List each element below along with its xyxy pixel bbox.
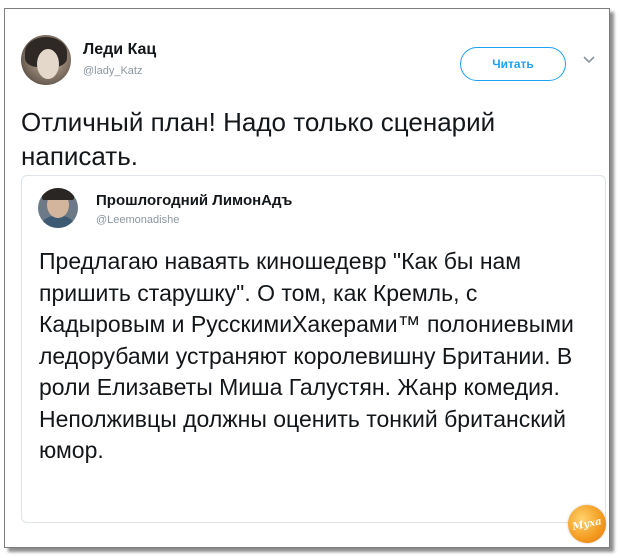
- chevron-down-icon[interactable]: [583, 55, 595, 65]
- follow-button[interactable]: Читать: [460, 47, 566, 81]
- quoted-author-avatar[interactable]: [38, 188, 78, 228]
- quoted-author-name[interactable]: Прошлогодний ЛимонАдъ: [96, 192, 292, 209]
- avatar-hat: [42, 188, 74, 200]
- tweet-text: Отличный план! Надо только сценарий напи…: [21, 107, 496, 171]
- watermark-text: Мухa: [571, 515, 603, 533]
- quoted-tweet-text: Предлагаю наваять киношедевр "Как бы нам…: [39, 248, 574, 463]
- avatar-face: [37, 49, 59, 79]
- author-avatar[interactable]: [21, 35, 71, 85]
- author-handle[interactable]: @lady_Katz: [83, 65, 142, 77]
- author-name[interactable]: Леди Кац: [83, 41, 156, 59]
- tweet-screenshot-frame: Леди Кац @lady_Katz Читать Отличный план…: [4, 8, 610, 548]
- quoted-author-handle[interactable]: @Leemonadishe: [96, 214, 179, 226]
- quoted-tweet-card[interactable]: Прошлогодний ЛимонАдъ @Leemonadishe Пред…: [21, 175, 606, 523]
